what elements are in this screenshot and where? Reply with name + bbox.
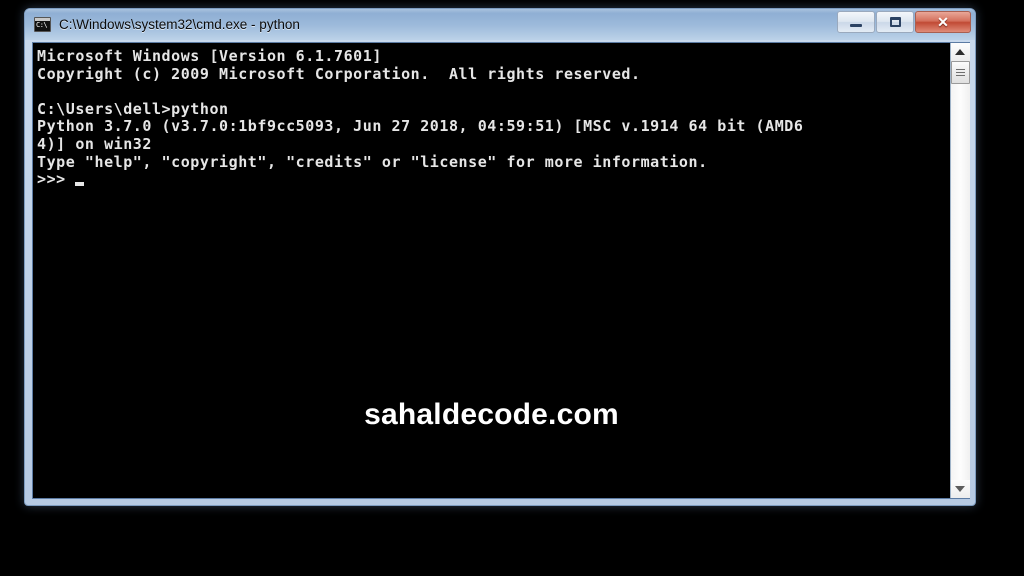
chevron-up-icon [955,49,965,55]
scroll-up-arrow[interactable] [950,43,970,61]
window-controls: ✕ [836,11,971,33]
minimize-button[interactable] [837,11,875,33]
grip-line [955,75,965,76]
watermark: sahaldecode.com [364,398,619,431]
console-line: Microsoft Windows [Version 6.1.7601] [37,47,382,65]
close-button[interactable]: ✕ [915,11,971,33]
cmd-icon-glyph: C:\ [36,21,48,29]
scroll-down-arrow[interactable] [950,480,970,498]
python-prompt-line: >>> [37,171,950,189]
maximize-icon [889,17,901,27]
console-output[interactable]: Microsoft Windows [Version 6.1.7601] Cop… [33,43,950,498]
python-prompt: >>> [37,170,66,189]
window-title: C:\Windows\system32\cmd.exe - python [59,17,300,32]
console-line: Python 3.7.0 (v3.7.0:1bf9cc5093, Jun 27 … [37,117,804,136]
grip-line [955,72,965,73]
text-cursor [74,182,84,187]
console-line: C:\Users\dell>python [37,99,229,118]
chevron-down-icon [955,486,965,492]
minimize-icon [850,23,862,27]
console-line: Type "help", "copyright", "credits" or "… [37,152,708,171]
scrollbar-track[interactable] [950,61,970,480]
console-line: 4)] on win32 [37,134,152,153]
grip-line [955,69,965,70]
screen-background: C:\ C:\Windows\system32\cmd.exe - python… [0,0,1024,576]
close-icon: ✕ [937,14,949,30]
vertical-scrollbar[interactable] [950,43,970,498]
cmd-console-icon: C:\ [34,17,51,32]
console-line: Copyright (c) 2009 Microsoft Corporation… [37,64,641,83]
maximize-button[interactable] [876,11,914,33]
title-bar[interactable]: C:\ C:\Windows\system32\cmd.exe - python… [25,9,975,40]
client-area: Microsoft Windows [Version 6.1.7601] Cop… [32,42,970,499]
scrollbar-thumb[interactable] [950,61,970,84]
cmd-window: C:\ C:\Windows\system32\cmd.exe - python… [24,8,976,506]
